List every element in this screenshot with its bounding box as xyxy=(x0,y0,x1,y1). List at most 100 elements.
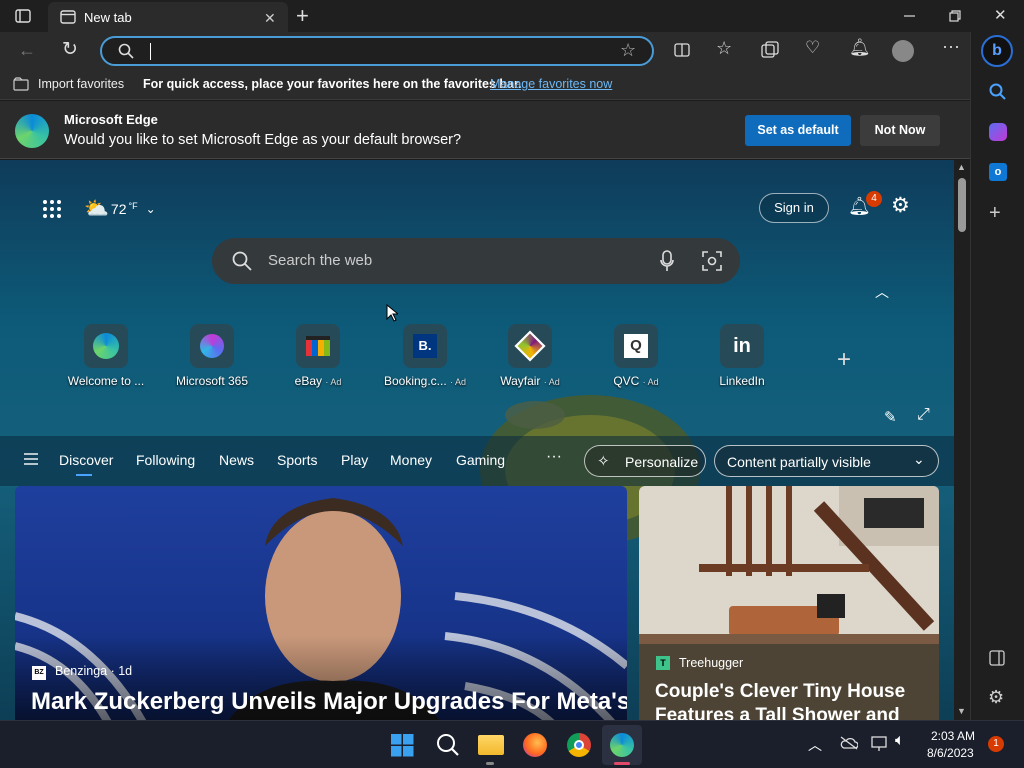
favorites-icon[interactable]: ☆ xyxy=(716,38,732,59)
weather-widget[interactable]: ⛅ 72 °F ⌄ xyxy=(84,196,156,221)
quick-link-tile[interactable]: Microsoft 365 xyxy=(170,324,254,388)
import-favorites-link[interactable]: Import favorites xyxy=(38,77,124,91)
side-news-card[interactable]: T Treehugger Couple's Clever Tiny House … xyxy=(639,486,939,720)
ad-label: · Ad xyxy=(543,377,560,387)
quick-link-tile[interactable]: Q QVC · Ad xyxy=(594,324,678,388)
hide-sidebar-icon[interactable] xyxy=(989,650,1005,671)
collections-icon[interactable] xyxy=(761,41,779,64)
active-tab-indicator xyxy=(76,474,92,476)
tab-title: New tab xyxy=(84,10,132,25)
outlook-icon[interactable]: o xyxy=(989,163,1007,181)
page-settings-icon[interactable]: ⚙ xyxy=(891,193,910,218)
tab-news[interactable]: News xyxy=(219,452,254,468)
tab-money[interactable]: Money xyxy=(390,452,432,468)
add-shortcut-icon[interactable]: + xyxy=(837,346,851,374)
visual-search-icon[interactable] xyxy=(702,251,722,276)
search-sidebar-icon[interactable] xyxy=(989,83,1007,106)
refresh-icon[interactable]: ↻ xyxy=(62,38,78,61)
volume-icon[interactable]: 🔈︎ xyxy=(895,732,905,750)
tab-gaming[interactable]: Gaming xyxy=(456,452,505,468)
linkedin-tile-icon: in xyxy=(720,324,764,368)
add-sidebar-app-icon[interactable]: + xyxy=(989,202,1001,225)
notification-center-badge[interactable]: 1 xyxy=(988,736,1004,752)
personalize-button[interactable]: ✧ Personalize xyxy=(584,445,706,477)
quick-link-tile[interactable]: in LinkedIn xyxy=(700,324,784,388)
manage-favorites-link[interactable]: Manage favorites now xyxy=(490,77,612,91)
firefox-icon[interactable] xyxy=(523,733,547,757)
side-card-source: Treehugger xyxy=(679,656,744,670)
taskbar-search-icon[interactable] xyxy=(436,733,460,762)
edit-background-icon[interactable]: ✎ xyxy=(884,408,897,426)
search-placeholder: Search the web xyxy=(268,252,373,269)
microphone-icon[interactable] xyxy=(660,250,674,277)
profile-avatar[interactable] xyxy=(892,40,914,62)
chrome-icon[interactable] xyxy=(567,733,591,757)
quick-link-tile[interactable]: Welcome to ... xyxy=(64,324,148,388)
file-explorer-icon[interactable] xyxy=(478,735,504,755)
sidebar-settings-icon[interactable]: ⚙ xyxy=(988,687,1004,708)
quick-link-label: QVC xyxy=(613,374,640,388)
windows-start-icon[interactable] xyxy=(391,734,414,762)
close-tab-icon[interactable]: ✕ xyxy=(264,10,276,27)
address-bar[interactable]: ☆ xyxy=(100,36,654,66)
ad-label: · Ad xyxy=(450,377,467,387)
settings-more-icon[interactable]: ··· xyxy=(942,36,960,57)
tab-new-tab[interactable]: New tab ✕ xyxy=(48,2,288,32)
tab-actions-icon[interactable] xyxy=(14,8,32,24)
menu-icon[interactable] xyxy=(24,452,38,470)
chevron-down-icon: ⌄ xyxy=(145,201,156,216)
not-now-button[interactable]: Not Now xyxy=(860,115,940,146)
chevron-down-icon: ⌄ xyxy=(913,451,925,467)
split-screen-icon[interactable] xyxy=(674,42,690,63)
partly-cloudy-icon: ⛅ xyxy=(84,198,109,220)
restore-icon[interactable] xyxy=(949,9,961,27)
show-hidden-icons-icon[interactable]: ︿ xyxy=(808,735,822,755)
quick-link-tile[interactable]: eBay · Ad xyxy=(276,324,360,388)
browser-essentials-icon[interactable]: ♡ xyxy=(805,38,820,58)
tab-following[interactable]: Following xyxy=(136,452,195,468)
collapse-chevron-icon[interactable]: ︿ xyxy=(875,282,889,302)
clock-date[interactable]: 8/6/2023 xyxy=(927,746,974,760)
favorites-hint: For quick access, place your favorites h… xyxy=(143,77,522,91)
network-icon[interactable] xyxy=(871,736,889,757)
wayfair-tile-icon xyxy=(508,324,552,368)
quick-link-label: eBay xyxy=(294,374,322,388)
scroll-up-arrow-icon[interactable]: ▲ xyxy=(957,162,966,172)
main-card-source: Benzinga · 1d xyxy=(55,664,133,678)
notifications-toolbar-icon[interactable]: 🔔︎ xyxy=(849,38,871,58)
scroll-thumb[interactable] xyxy=(958,178,966,232)
more-tabs-icon[interactable]: ··· xyxy=(546,448,562,466)
clock-time[interactable]: 2:03 AM xyxy=(931,729,975,743)
add-favorite-icon[interactable]: ☆ xyxy=(620,40,636,61)
quick-link-tile[interactable]: B. Booking.c... · Ad xyxy=(378,324,472,388)
page-scrollbar[interactable]: ▲ ▼ xyxy=(954,160,970,720)
bing-chat-icon[interactable]: b xyxy=(981,35,1013,67)
tab-play[interactable]: Play xyxy=(341,452,368,468)
quick-link-tile[interactable]: Wayfair · Ad xyxy=(488,324,572,388)
weather-unit: °F xyxy=(128,200,138,211)
set-as-default-button[interactable]: Set as default xyxy=(745,115,851,146)
copilot-icon[interactable] xyxy=(989,123,1007,141)
apps-launcher-icon[interactable] xyxy=(42,199,62,224)
content-visibility-dropdown[interactable]: Content partially visible ⌄ xyxy=(714,445,939,477)
new-tab-page: ⛅ 72 °F ⌄ Sign in 🔔︎ 4 ⚙ Search the web … xyxy=(0,160,954,720)
edge-taskbar-button[interactable] xyxy=(602,725,642,765)
scroll-down-arrow-icon[interactable]: ▼ xyxy=(957,706,966,716)
tab-sports[interactable]: Sports xyxy=(277,452,317,468)
back-icon[interactable]: ← xyxy=(18,40,36,61)
onedrive-offline-icon[interactable] xyxy=(840,736,859,755)
tab-discover[interactable]: Discover xyxy=(59,452,113,468)
ebay-tile-icon xyxy=(296,324,340,368)
main-card-headline[interactable]: Mark Zuckerberg Unveils Major Upgrades F… xyxy=(31,688,627,716)
close-window-icon[interactable]: ✕ xyxy=(994,6,1007,24)
web-search-box[interactable]: Search the web xyxy=(212,238,740,284)
text-cursor xyxy=(150,43,151,60)
main-news-card[interactable]: BZ Benzinga · 1d Mark Zuckerberg Unveils… xyxy=(15,486,627,720)
sign-in-button[interactable]: Sign in xyxy=(759,193,829,223)
minimize-icon[interactable] xyxy=(904,8,916,22)
fullscreen-expand-icon[interactable]: ⤢ xyxy=(917,406,930,424)
quick-link-label: Wayfair xyxy=(500,374,541,388)
quick-link-label: Welcome to ... xyxy=(67,374,145,388)
side-card-headline[interactable]: Couple's Clever Tiny House Features a Ta… xyxy=(655,680,925,720)
new-tab-icon[interactable]: + xyxy=(296,3,309,29)
